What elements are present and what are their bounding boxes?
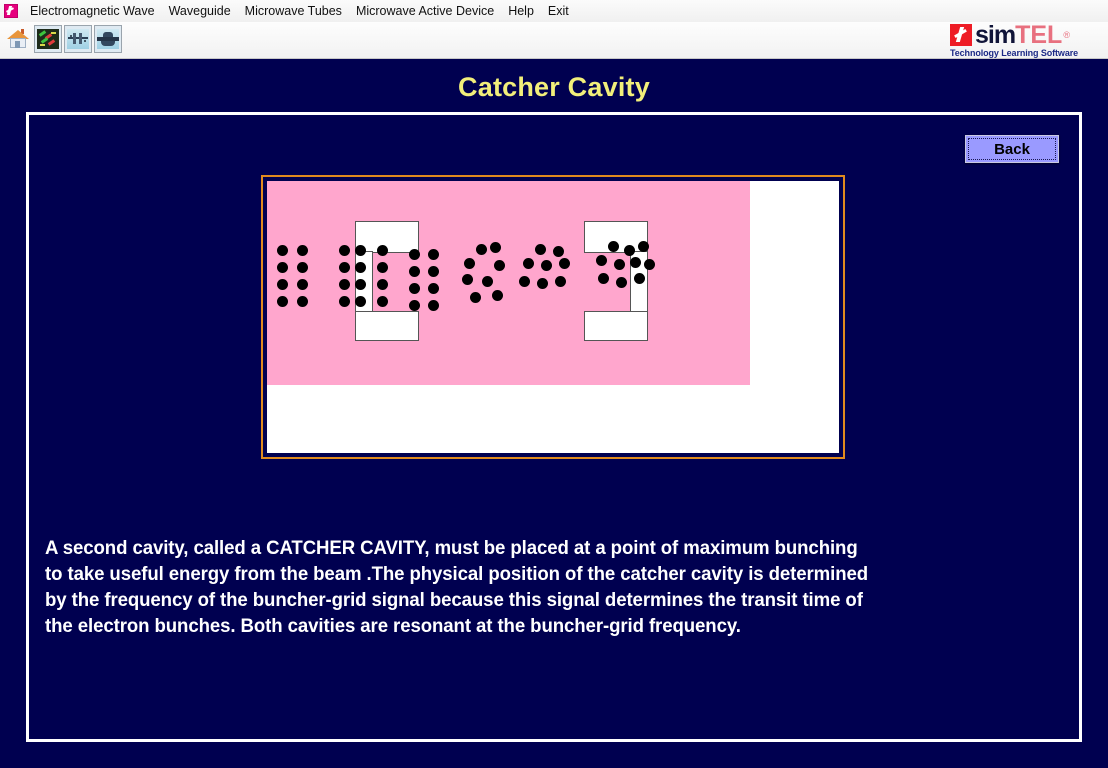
electron-dot bbox=[339, 262, 350, 273]
electron-dot bbox=[559, 258, 570, 269]
electron-dot bbox=[428, 300, 439, 311]
toolbar-home-button[interactable] bbox=[4, 25, 32, 53]
electron-dot bbox=[339, 245, 350, 256]
electron-dot bbox=[409, 300, 420, 311]
electron-dot bbox=[464, 258, 475, 269]
menu-bar: Electromagnetic Wave Waveguide Microwave… bbox=[0, 0, 1108, 23]
logo-sim-text: sim bbox=[975, 20, 1016, 49]
electron-dot bbox=[541, 260, 552, 271]
electron-dot bbox=[598, 273, 609, 284]
menu-item-electromagnetic-wave[interactable]: Electromagnetic Wave bbox=[23, 0, 162, 22]
electron-dot bbox=[355, 245, 366, 256]
electron-dot bbox=[555, 276, 566, 287]
menu-item-exit[interactable]: Exit bbox=[541, 0, 576, 22]
simtel-logo: sim TEL ® Technology Learning Software bbox=[950, 20, 1100, 58]
buncher-cavity-bottom-arm bbox=[355, 311, 419, 341]
menu-item-microwave-active-device[interactable]: Microwave Active Device bbox=[349, 0, 501, 22]
electron-dot bbox=[277, 262, 288, 273]
electron-dot bbox=[377, 245, 388, 256]
menu-item-microwave-tubes[interactable]: Microwave Tubes bbox=[238, 0, 349, 22]
electron-dot bbox=[297, 262, 308, 273]
electron-dot bbox=[462, 274, 473, 285]
electron-dot bbox=[297, 279, 308, 290]
electron-dot bbox=[476, 244, 487, 255]
description-line-1: A second cavity, called a CATCHER CAVITY… bbox=[45, 537, 858, 559]
electron-dot bbox=[638, 241, 649, 252]
electron-dot bbox=[482, 276, 493, 287]
electron-dot bbox=[297, 245, 308, 256]
diagram-canvas bbox=[267, 181, 839, 453]
logo-tel-text: TEL bbox=[1015, 20, 1063, 49]
electron-dot bbox=[355, 296, 366, 307]
electron-dot bbox=[634, 273, 645, 284]
circuit-diagram-icon bbox=[37, 29, 59, 49]
electron-dot bbox=[630, 257, 641, 268]
back-button[interactable]: Back bbox=[965, 135, 1059, 163]
klystron-catcher-cavity-diagram bbox=[261, 175, 845, 459]
electron-dot bbox=[523, 258, 534, 269]
catcher-cavity-bottom-arm bbox=[584, 311, 648, 341]
toolbar-circuit-diagram-button[interactable] bbox=[34, 25, 62, 53]
logo-registered-mark: ® bbox=[1063, 29, 1070, 40]
electron-dot bbox=[409, 249, 420, 260]
toolbar-microwave-tube-button[interactable] bbox=[94, 25, 122, 53]
electron-dot bbox=[490, 242, 501, 253]
electron-dot bbox=[377, 279, 388, 290]
simtel-runner-mark-icon bbox=[950, 24, 972, 46]
electron-dot bbox=[537, 278, 548, 289]
electron-dot bbox=[297, 296, 308, 307]
electron-dot bbox=[616, 277, 627, 288]
menu-item-help[interactable]: Help bbox=[501, 0, 541, 22]
toolbar-button-group bbox=[4, 25, 122, 53]
electron-dot bbox=[339, 296, 350, 307]
electron-dot bbox=[492, 290, 503, 301]
microwave-tube-icon bbox=[97, 29, 119, 49]
electron-dot bbox=[614, 259, 625, 270]
electron-dot bbox=[377, 262, 388, 273]
home-icon bbox=[7, 29, 29, 49]
electron-dot bbox=[277, 245, 288, 256]
electron-dot bbox=[535, 244, 546, 255]
electron-dot bbox=[428, 266, 439, 277]
page-title: Catcher Cavity bbox=[458, 72, 650, 102]
electron-dot bbox=[355, 279, 366, 290]
description-line-4: the electron bunches. Both cavities are … bbox=[45, 615, 741, 637]
electron-dot bbox=[428, 283, 439, 294]
toolbar-waveguide-button[interactable] bbox=[64, 25, 92, 53]
electron-dot bbox=[277, 279, 288, 290]
electron-dot bbox=[355, 262, 366, 273]
electron-dot bbox=[470, 292, 481, 303]
electron-dot bbox=[596, 255, 607, 266]
electron-dot bbox=[277, 296, 288, 307]
description-line-2: to take useful energy from the beam .The… bbox=[45, 563, 869, 585]
description-text: A second cavity, called a CATCHER CAVITY… bbox=[45, 535, 1019, 639]
app-icon bbox=[4, 4, 18, 18]
electron-dot bbox=[553, 246, 564, 257]
description-line-3: by the frequency of the buncher-grid sig… bbox=[45, 589, 863, 611]
electron-dot bbox=[409, 283, 420, 294]
electron-dot bbox=[339, 279, 350, 290]
electron-dot bbox=[494, 260, 505, 271]
electron-dot bbox=[409, 266, 420, 277]
electron-dot bbox=[519, 276, 530, 287]
electron-dot bbox=[377, 296, 388, 307]
menu-item-waveguide[interactable]: Waveguide bbox=[162, 0, 238, 22]
electron-dot bbox=[644, 259, 655, 270]
content-panel: Back A second cavity, called a CATCHER C… bbox=[26, 112, 1082, 742]
logo-tagline: Technology Learning Software bbox=[950, 47, 1079, 58]
electron-dot bbox=[428, 249, 439, 260]
waveguide-icon bbox=[67, 29, 89, 49]
electron-dot bbox=[624, 245, 635, 256]
electron-dot bbox=[608, 241, 619, 252]
back-button-label: Back bbox=[994, 140, 1030, 158]
toolbar: sim TEL ® Technology Learning Software bbox=[0, 22, 1108, 59]
